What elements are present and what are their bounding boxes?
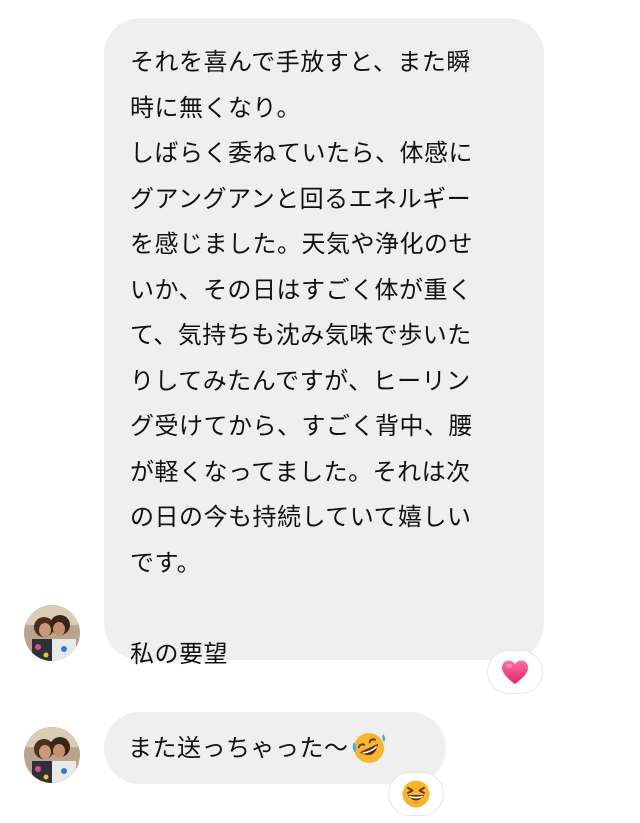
message-text: また送っちゃった〜 <box>128 734 349 762</box>
sender-avatar[interactable] <box>24 727 80 783</box>
heart-icon <box>502 660 528 684</box>
message-reaction[interactable] <box>388 772 444 816</box>
message-reaction[interactable] <box>487 650 543 694</box>
grinning-squinting-face-emoji <box>402 780 430 808</box>
avatar-photo-icon <box>24 605 80 661</box>
message-bubble[interactable]: また送っちゃった〜 <box>104 712 446 784</box>
rolling-on-floor-laughing-emoji <box>352 733 385 763</box>
avatar-photo-icon <box>24 727 80 783</box>
sender-avatar[interactable] <box>24 605 80 661</box>
message-bubble[interactable]: それを喜んで手放すと、また瞬 時に無くなり。 しばらく委ねていたら、体感に グア… <box>104 18 544 668</box>
message-text: それを喜んで手放すと、また瞬 時に無くなり。 しばらく委ねていたら、体感に グア… <box>130 48 473 668</box>
